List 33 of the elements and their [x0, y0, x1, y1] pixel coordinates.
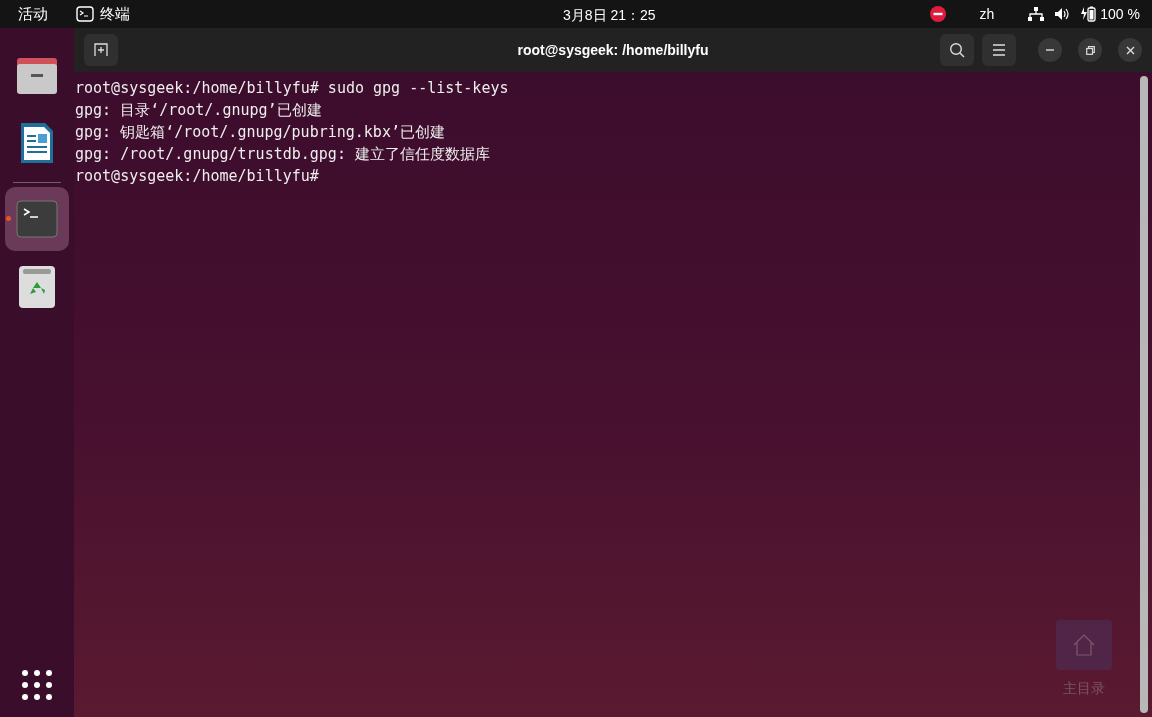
battery-icon[interactable] [1080, 6, 1097, 22]
terminal-line: root@sysgeek:/home/billyfu# sudo gpg --list-keys [75, 78, 509, 99]
close-icon [1125, 45, 1135, 55]
clock[interactable]: 3月8日 21：25 [563, 5, 656, 26]
restore-button[interactable] [1078, 38, 1102, 62]
terminal-line: root@sysgeek:/home/billyfu# [75, 166, 319, 187]
terminal-line: gpg: 钥匙箱‘/root/.gnupg/pubring.kbx’已创建 [75, 122, 445, 143]
app-menu[interactable]: 终端 [76, 0, 130, 28]
minimize-icon [1046, 49, 1054, 51]
scrollbar[interactable] [1140, 76, 1148, 713]
do-not-disturb-icon[interactable] [929, 6, 946, 22]
terminal-line: gpg: 目录‘/root/.gnupg’已创建 [75, 100, 322, 121]
show-apps-button[interactable] [21, 669, 53, 701]
menu-icon [992, 44, 1006, 56]
running-indicator [6, 216, 11, 221]
new-tab-icon [94, 43, 108, 57]
battery-percentage: 100 % [1100, 4, 1140, 24]
minimize-button[interactable] [1038, 38, 1062, 62]
close-button[interactable] [1118, 38, 1142, 62]
terminal-icon [76, 6, 94, 22]
menu-button[interactable] [982, 34, 1016, 66]
search-icon [949, 42, 965, 58]
activities-button[interactable]: 活动 [0, 0, 66, 28]
network-icon[interactable] [1028, 7, 1045, 21]
terminal-icon [15, 197, 59, 241]
app-grid-icon [21, 669, 53, 701]
restore-icon [1085, 45, 1095, 55]
terminal-line: gpg: /root/.gnupg/trustdb.gpg: 建立了信任度数据库 [75, 144, 490, 165]
window-title: root@sysgeek: /home/billyfu [517, 40, 709, 60]
input-method-indicator[interactable]: zh [979, 3, 995, 25]
new-tab-button[interactable] [84, 34, 118, 66]
search-button[interactable] [940, 34, 974, 66]
volume-icon[interactable] [1054, 7, 1071, 21]
